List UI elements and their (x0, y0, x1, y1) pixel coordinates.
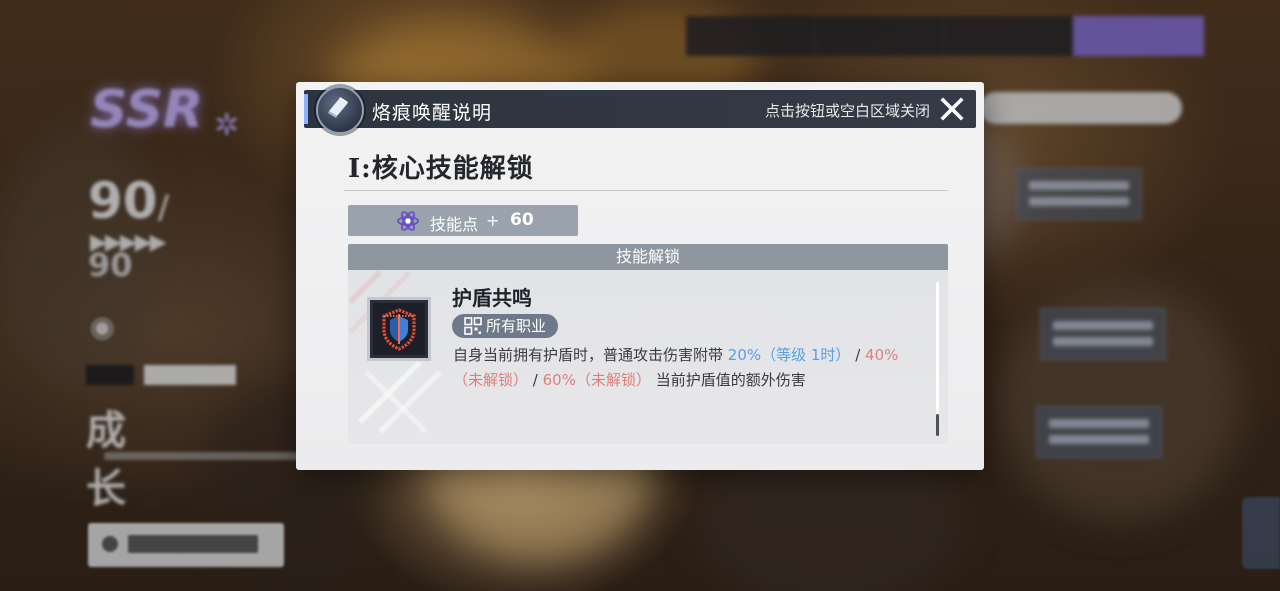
scrollbar-thumb[interactable] (936, 414, 939, 436)
skill-description: 自身当前拥有护盾时，普通攻击伤害附带 20%（等级 1时） / 40%（未解锁）… (453, 343, 923, 393)
tier-separator: / (528, 371, 543, 389)
tier-separator: / (850, 346, 866, 364)
skill-points-bar: 技能点 + 60 (348, 205, 578, 236)
desc-prefix: 自身当前拥有护盾时，普通攻击伤害附带 (453, 346, 728, 364)
modal-header: 烙痕唤醒说明 点击按钮或空白区域关闭 (304, 86, 976, 134)
tier-1-value: 20%（等级 1时） (727, 346, 851, 364)
grid-icon (464, 317, 482, 335)
section-title: I:核心技能解锁 (348, 154, 534, 184)
imprint-awaken-modal: 烙痕唤醒说明 点击按钮或空白区域关闭 I:核心技能解锁 技能点 + 60 技能解… (296, 82, 984, 470)
skill-unlock-header: 技能解锁 (348, 244, 948, 270)
header-accent-bar (304, 94, 308, 124)
section-divider (344, 190, 948, 191)
skill-points-plus: + (486, 211, 500, 230)
skill-card: 护盾共鸣 所有职业 自身当前拥有护盾时，普通攻击伤害附带 20%（等级 1时） … (348, 270, 948, 444)
atom-icon (397, 211, 419, 231)
wing-feather-icon (316, 86, 364, 134)
class-tag: 所有职业 (452, 314, 559, 338)
modal-title: 烙痕唤醒说明 (372, 102, 493, 124)
shield-skill-icon (367, 297, 431, 361)
class-tag-label: 所有职业 (486, 317, 547, 335)
scrollbar-track[interactable] (936, 282, 939, 436)
tier-3-value: 60%（未解锁） (542, 371, 651, 389)
desc-suffix: 当前护盾值的额外伤害 (650, 371, 806, 389)
skill-name: 护盾共鸣 (452, 286, 532, 310)
close-hint-text: 点击按钮或空白区域关闭 (764, 102, 930, 120)
close-icon[interactable] (938, 95, 966, 123)
skill-points-label: 技能点 (430, 215, 479, 234)
skill-points-value: 60 (510, 210, 534, 230)
